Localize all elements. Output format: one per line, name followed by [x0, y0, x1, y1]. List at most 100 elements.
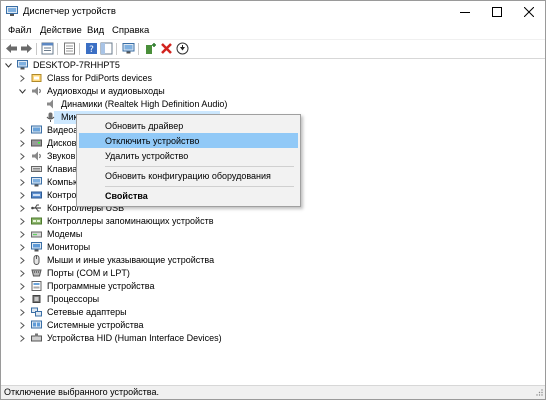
close-button[interactable] [513, 1, 545, 23]
menu-help[interactable]: Справка [112, 25, 149, 36]
tree-item-disk-drives[interactable]: Дисков [19, 137, 76, 149]
collapse-chevron-icon[interactable] [19, 85, 26, 97]
menu-view[interactable]: Вид [87, 25, 104, 36]
audio-io-icon [31, 86, 42, 96]
tree-item-sound-devices[interactable]: Звуковы [19, 150, 82, 162]
menu-action[interactable]: Действие [40, 25, 82, 36]
network-adapter-icon [31, 307, 42, 317]
ide-controller-icon [31, 190, 42, 200]
uninstall-device-button[interactable] [160, 42, 173, 55]
forward-button[interactable] [20, 42, 33, 55]
maximize-button[interactable] [481, 1, 513, 23]
monitor-scan-icon [122, 43, 135, 54]
menu-separator [105, 166, 294, 167]
add-driver-button[interactable] [144, 42, 157, 55]
software-device-icon [31, 281, 42, 291]
back-button[interactable] [5, 42, 18, 55]
menu-update-driver[interactable]: Обновить драйвер [79, 118, 298, 133]
tree-item-modems[interactable]: Модемы [19, 228, 82, 240]
tree-view-icon [41, 42, 54, 55]
computer-icon [31, 177, 42, 187]
collapse-chevron-icon[interactable] [5, 59, 12, 71]
microphone-icon [45, 112, 56, 122]
computer-icon [17, 60, 28, 70]
expand-chevron-icon[interactable] [19, 163, 26, 175]
expand-chevron-icon[interactable] [19, 319, 26, 331]
context-menu: Обновить драйвер Отключить устройство Уд… [76, 114, 301, 207]
help-button[interactable]: ? [85, 42, 98, 55]
status-bar: Отключение выбранного устройства. [1, 385, 545, 399]
tree-item-monitors[interactable]: Мониторы [19, 241, 90, 253]
expand-chevron-icon[interactable] [19, 215, 26, 227]
add-device-icon [146, 43, 156, 54]
sound-device-icon [31, 151, 42, 161]
expand-chevron-icon[interactable] [19, 72, 26, 84]
expand-chevron-icon[interactable] [19, 332, 26, 344]
menu-bar: Файл Действие Вид Справка [1, 23, 545, 39]
tree-item-mice[interactable]: Мыши и иные указывающие устройства [19, 254, 214, 266]
menu-properties[interactable]: Свойства [79, 188, 298, 203]
svg-text:?: ? [89, 45, 94, 55]
menu-separator [105, 186, 294, 187]
tree-item-processors[interactable]: Процессоры [19, 293, 99, 305]
close-icon [524, 7, 534, 17]
tree-item-pdiports[interactable]: Class for PdiPorts devices [19, 72, 152, 84]
expand-chevron-icon[interactable] [19, 189, 26, 201]
hid-icon [31, 333, 42, 343]
back-arrow-icon [6, 44, 17, 53]
mouse-icon [31, 255, 42, 265]
disk-drive-icon [31, 138, 42, 148]
menu-uninstall-device[interactable]: Удалить устройство [79, 148, 298, 163]
tree-item-audio-io[interactable]: Аудиовходы и аудиовыходы [19, 85, 165, 97]
device-tree[interactable]: DESKTOP-7RHHPT5 Class for PdiPorts devic… [1, 58, 545, 386]
action-view-button[interactable] [100, 42, 113, 55]
expand-chevron-icon[interactable] [19, 254, 26, 266]
monitor-icon [31, 242, 42, 252]
scan-hardware-button[interactable] [122, 42, 135, 55]
tree-item-ports[interactable]: Порты (COM и LPT) [19, 267, 130, 279]
forward-arrow-icon [21, 44, 32, 53]
properties-button[interactable] [63, 42, 76, 55]
expand-chevron-icon[interactable] [19, 267, 26, 279]
expand-chevron-icon[interactable] [19, 241, 26, 253]
view-pane-icon [100, 42, 113, 55]
expand-chevron-icon[interactable] [19, 137, 26, 149]
tree-item-ide-controllers[interactable]: Контрол [19, 189, 81, 201]
expand-chevron-icon[interactable] [19, 202, 26, 214]
expand-chevron-icon[interactable] [19, 124, 26, 136]
maximize-icon [492, 7, 502, 17]
status-text: Отключение выбранного устройства. [4, 387, 159, 397]
menu-file[interactable]: Файл [8, 25, 31, 36]
expand-chevron-icon[interactable] [19, 150, 26, 162]
expand-chevron-icon[interactable] [19, 176, 26, 188]
menu-scan-hardware[interactable]: Обновить конфигурацию оборудования [79, 168, 298, 183]
tree-item-speakers[interactable]: Динамики (Realtek High Definition Audio) [45, 98, 227, 110]
tree-item-network-adapters[interactable]: Сетевые адаптеры [19, 306, 127, 318]
properties-icon [64, 42, 75, 55]
expand-chevron-icon[interactable] [19, 280, 26, 292]
uninstall-x-icon [161, 43, 172, 54]
expand-chevron-icon[interactable] [19, 293, 26, 305]
expand-chevron-icon[interactable] [19, 306, 26, 318]
tree-item-software-devices[interactable]: Программные устройства [19, 280, 154, 292]
tree-item-computer[interactable]: DESKTOP-7RHHPT5 [5, 59, 120, 71]
update-driver-button[interactable] [176, 42, 189, 55]
help-icon: ? [86, 43, 97, 55]
expand-chevron-icon[interactable] [19, 228, 26, 240]
system-device-icon [31, 320, 42, 330]
port-icon [31, 268, 42, 278]
speaker-icon [45, 99, 56, 109]
tree-item-storage-controllers[interactable]: Контроллеры запоминающих устройств [19, 215, 213, 227]
tree-item-computer-category[interactable]: Компьют [19, 176, 84, 188]
tree-item-video-adapters[interactable]: Видеоа [19, 124, 78, 136]
menu-disable-device[interactable]: Отключить устройство [79, 133, 298, 148]
tree-item-hid-devices[interactable]: Устройства HID (Human Interface Devices) [19, 332, 222, 344]
pdiports-icon [31, 73, 42, 83]
tree-item-system-devices[interactable]: Системные устройства [19, 319, 144, 331]
show-hide-tree-button[interactable] [41, 42, 54, 55]
resize-grip-icon[interactable] [535, 388, 543, 398]
minimize-button[interactable] [449, 1, 481, 23]
title-bar[interactable]: Диспетчер устройств [1, 1, 545, 23]
video-adapter-icon [31, 125, 42, 135]
device-manager-app-icon [6, 6, 18, 16]
